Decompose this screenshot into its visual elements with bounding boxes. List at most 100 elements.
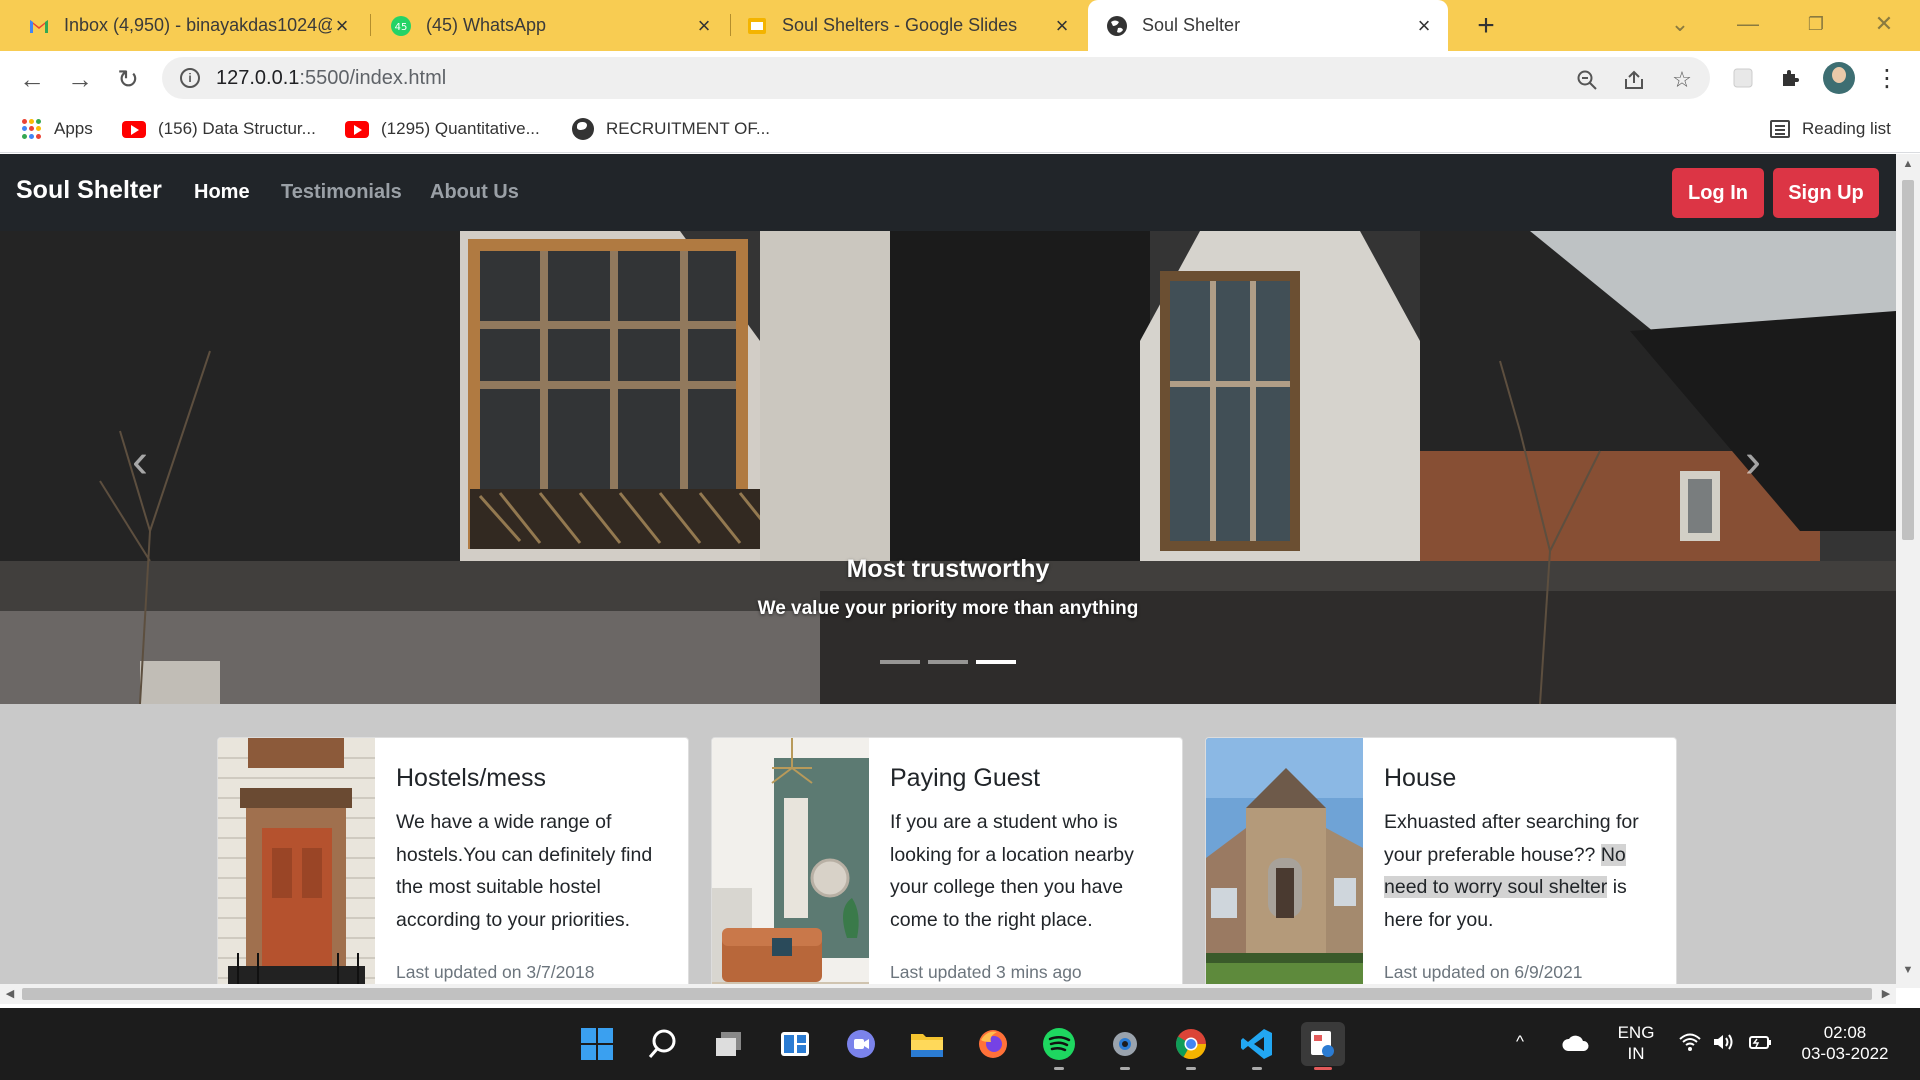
card-title: House bbox=[1384, 764, 1457, 792]
card-house: House Exhuasted after searching for your… bbox=[1205, 737, 1677, 988]
carousel-prev-icon[interactable]: ‹ bbox=[120, 431, 160, 491]
apps-grid-icon bbox=[22, 119, 42, 139]
bookmark-label: RECRUITMENT OF... bbox=[606, 119, 771, 138]
show-hidden-icons-chevron-icon[interactable]: ^ bbox=[1516, 1032, 1524, 1052]
carousel-indicators bbox=[0, 660, 1896, 664]
search-icon[interactable] bbox=[641, 1022, 685, 1066]
file-explorer-icon[interactable] bbox=[905, 1022, 949, 1066]
tab-whatsapp[interactable]: 45 (45) WhatsApp × bbox=[372, 0, 728, 51]
login-button[interactable]: Log In bbox=[1672, 168, 1764, 218]
carousel-indicator[interactable] bbox=[928, 660, 968, 664]
scrollbar-thumb[interactable] bbox=[22, 988, 1872, 1000]
reload-icon[interactable]: ↻ bbox=[110, 61, 146, 97]
site-info-icon[interactable]: i bbox=[180, 68, 200, 88]
chrome-icon[interactable] bbox=[1169, 1022, 1213, 1070]
clock[interactable]: 02:08 03-03-2022 bbox=[1790, 1022, 1900, 1064]
carousel-caption-title: Most trustworthy bbox=[846, 555, 1050, 583]
browser-toolbar: ← → ↻ i 127.0.0.1:5500/index.html ☆ ⋮ bbox=[0, 51, 1920, 105]
spotify-icon[interactable] bbox=[1037, 1022, 1081, 1070]
vertical-scrollbar[interactable]: ▲ ▼ bbox=[1896, 154, 1920, 988]
scroll-left-arrow-icon[interactable]: ◀ bbox=[0, 984, 20, 1004]
tab-search-chevron-icon[interactable]: ⌄ bbox=[1660, 6, 1700, 42]
vscode-icon[interactable] bbox=[1235, 1022, 1279, 1070]
card-text: If you are a student who is looking for … bbox=[890, 811, 1134, 931]
scroll-down-arrow-icon[interactable]: ▼ bbox=[1896, 960, 1920, 980]
card-footer: Last updated 3 mins ago bbox=[890, 962, 1082, 982]
widgets-icon[interactable] bbox=[773, 1022, 817, 1066]
tab-strip: Inbox (4,950) - binayakdas1024@ × 45 (45… bbox=[0, 0, 1920, 51]
bookmark-label: Apps bbox=[54, 119, 93, 138]
bookmark-apps[interactable]: Apps bbox=[22, 115, 93, 143]
forward-arrow-icon[interactable]: → bbox=[62, 61, 98, 97]
card-image-house bbox=[1206, 738, 1363, 988]
nav-home[interactable]: Home bbox=[194, 181, 250, 204]
page-viewport: Soul Shelter Home Testimonials About Us … bbox=[0, 154, 1920, 988]
nav-about-us[interactable]: About Us bbox=[430, 181, 519, 204]
tab-soul-shelter[interactable]: Soul Shelter × bbox=[1088, 0, 1448, 51]
extension-icon[interactable] bbox=[1726, 61, 1760, 95]
tab-title: Soul Shelters - Google Slides bbox=[782, 15, 1018, 35]
site-brand[interactable]: Soul Shelter bbox=[16, 176, 162, 205]
bookmark-quantitative[interactable]: (1295) Quantitative... bbox=[345, 115, 540, 143]
new-tab-button[interactable]: + bbox=[1468, 8, 1504, 44]
bookmark-star-icon[interactable]: ☆ bbox=[1667, 65, 1697, 95]
teams-chat-icon[interactable] bbox=[839, 1022, 883, 1066]
close-tab-icon[interactable]: × bbox=[1414, 13, 1434, 39]
address-bar[interactable]: i 127.0.0.1:5500/index.html bbox=[162, 57, 1710, 99]
back-arrow-icon[interactable]: ← bbox=[14, 61, 50, 97]
snipping-tool-icon[interactable] bbox=[1301, 1022, 1345, 1070]
onedrive-cloud-icon[interactable] bbox=[1562, 1034, 1590, 1057]
reading-list-label: Reading list bbox=[1802, 119, 1891, 138]
scroll-right-arrow-icon[interactable]: ▶ bbox=[1876, 984, 1896, 1004]
signup-button[interactable]: Sign Up bbox=[1773, 168, 1879, 218]
card-image-hostel-door bbox=[218, 738, 375, 988]
close-window-icon[interactable]: ✕ bbox=[1864, 6, 1904, 42]
nav-testimonials[interactable]: Testimonials bbox=[281, 181, 402, 204]
tab-title: Soul Shelter bbox=[1142, 15, 1241, 35]
extensions-puzzle-icon[interactable] bbox=[1774, 61, 1808, 95]
carousel-indicator[interactable] bbox=[880, 660, 920, 664]
zoom-icon[interactable] bbox=[1572, 65, 1602, 95]
whatsapp-icon: 45 bbox=[391, 15, 411, 36]
card-text: We have a wide range of hostels.You can … bbox=[396, 811, 653, 931]
tab-gmail[interactable]: Inbox (4,950) - binayakdas1024@ × bbox=[10, 0, 366, 51]
carousel-next-icon[interactable]: › bbox=[1733, 431, 1773, 491]
bookmarks-bar: Apps (156) Data Structur... (1295) Quant… bbox=[0, 105, 1920, 153]
tab-title: Inbox (4,950) - binayakdas1024@ bbox=[64, 15, 332, 35]
minimize-icon[interactable]: — bbox=[1728, 6, 1768, 42]
horizontal-scrollbar[interactable]: ◀ ▶ bbox=[0, 984, 1896, 1004]
firefox-icon[interactable] bbox=[971, 1022, 1015, 1066]
app-running-indicator bbox=[1054, 1067, 1064, 1070]
carousel-indicator-active[interactable] bbox=[976, 660, 1016, 664]
tab-slides[interactable]: Soul Shelters - Google Slides × bbox=[728, 0, 1086, 51]
close-tab-icon[interactable]: × bbox=[694, 13, 714, 39]
restore-icon[interactable]: ❐ bbox=[1796, 6, 1836, 42]
scrollbar-thumb[interactable] bbox=[1902, 180, 1914, 540]
wifi-icon[interactable] bbox=[1678, 1032, 1702, 1057]
settings-gear-icon[interactable] bbox=[1103, 1022, 1147, 1070]
task-view-icon[interactable] bbox=[707, 1022, 751, 1066]
language-indicator[interactable]: ENG IN bbox=[1612, 1022, 1660, 1064]
card-paying-guest: Paying Guest If you are a student who is… bbox=[711, 737, 1183, 988]
close-tab-icon[interactable]: × bbox=[332, 13, 352, 39]
tab-title: (45) WhatsApp bbox=[426, 15, 547, 35]
close-tab-icon[interactable]: × bbox=[1052, 13, 1072, 39]
region-code: IN bbox=[1627, 1044, 1645, 1063]
carousel-caption-subtitle: We value your priority more than anythin… bbox=[757, 598, 1139, 619]
volume-icon[interactable] bbox=[1712, 1032, 1736, 1057]
app-running-indicator bbox=[1186, 1067, 1196, 1070]
bookmark-data-structures[interactable]: (156) Data Structur... bbox=[122, 115, 316, 143]
share-icon[interactable] bbox=[1619, 65, 1649, 95]
gmail-icon bbox=[30, 19, 48, 33]
whatsapp-badge: 45 bbox=[395, 22, 408, 33]
profile-avatar-icon[interactable] bbox=[1822, 61, 1856, 95]
url-text: 127.0.0.1:5500/index.html bbox=[216, 67, 446, 90]
battery-icon[interactable] bbox=[1748, 1032, 1774, 1057]
bookmark-recruitment[interactable]: RECRUITMENT OF... bbox=[572, 115, 770, 143]
reading-list-button[interactable]: Reading list bbox=[1770, 115, 1891, 143]
more-menu-icon[interactable]: ⋮ bbox=[1870, 61, 1904, 95]
site-navbar: Soul Shelter Home Testimonials About Us … bbox=[0, 154, 1896, 231]
scroll-up-arrow-icon[interactable]: ▲ bbox=[1896, 154, 1920, 174]
bookmark-label: (1295) Quantitative... bbox=[381, 119, 540, 138]
windows-start-icon[interactable] bbox=[575, 1022, 619, 1066]
